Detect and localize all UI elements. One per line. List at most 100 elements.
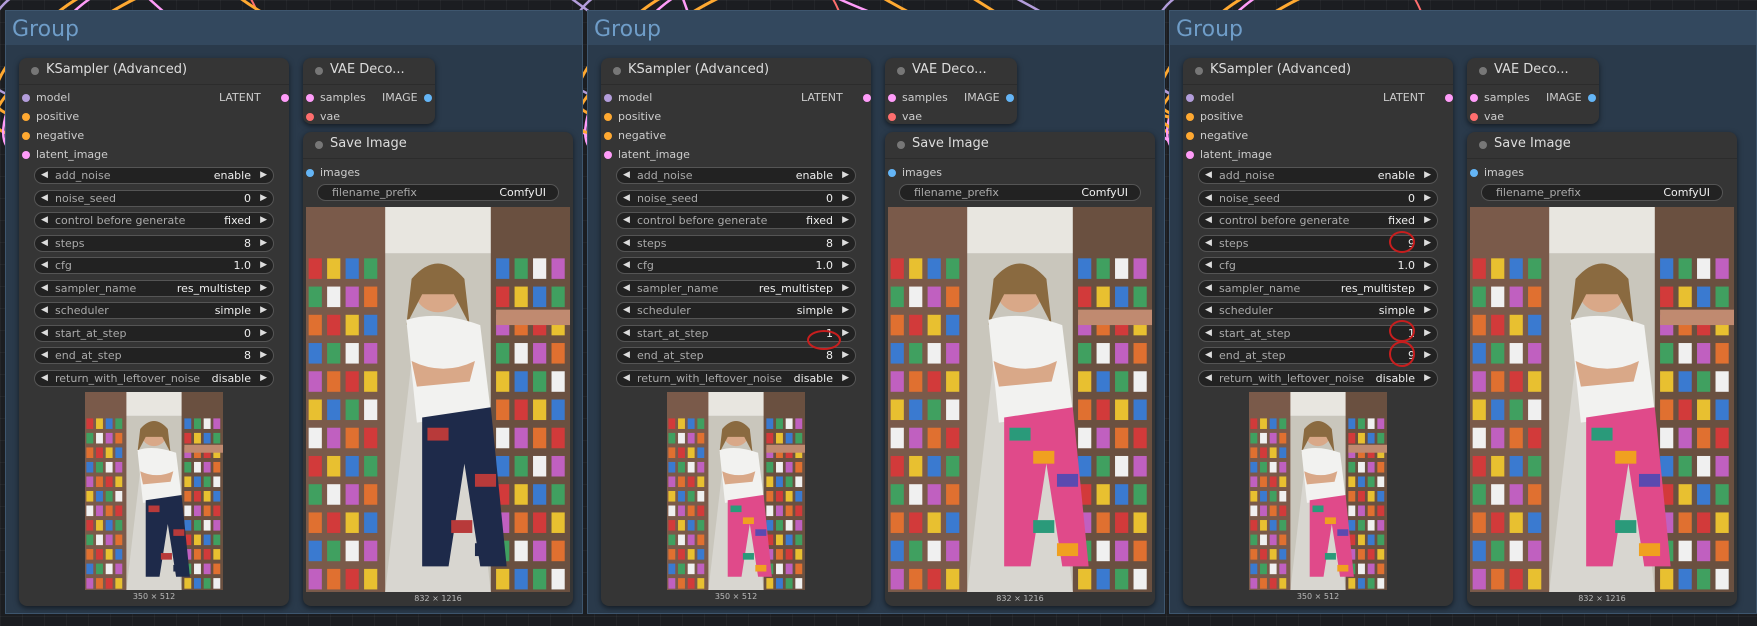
decrement-arrow-icon[interactable]: ◀ xyxy=(1205,193,1212,203)
node-header[interactable]: Save Image xyxy=(885,132,1155,159)
widget-cfg[interactable]: ◀ cfg 1.0 ▶ xyxy=(1198,257,1438,274)
decrement-arrow-icon[interactable]: ◀ xyxy=(41,305,48,315)
input-dot-icon[interactable] xyxy=(22,132,30,140)
input-dot-icon[interactable] xyxy=(604,113,612,121)
collapse-dot-icon[interactable] xyxy=(31,67,39,75)
output-dot-icon[interactable] xyxy=(281,94,289,102)
collapse-dot-icon[interactable] xyxy=(1195,67,1203,75)
decrement-arrow-icon[interactable]: ◀ xyxy=(623,283,630,293)
widget-scheduler[interactable]: ◀ scheduler simple ▶ xyxy=(616,302,856,319)
filename-prefix-field[interactable]: filename_prefix ComfyUI xyxy=(1481,184,1723,201)
increment-arrow-icon[interactable]: ▶ xyxy=(260,350,267,360)
output-dot-icon[interactable] xyxy=(1006,94,1014,102)
decrement-arrow-icon[interactable]: ◀ xyxy=(623,215,630,225)
increment-arrow-icon[interactable]: ▶ xyxy=(1424,305,1431,315)
vae-decode-node[interactable]: VAE Deco... samples vae IMAGE xyxy=(885,58,1017,124)
output-slot-image[interactable]: IMAGE xyxy=(1546,91,1596,105)
collapse-dot-icon[interactable] xyxy=(315,67,323,75)
decrement-arrow-icon[interactable]: ◀ xyxy=(41,215,48,225)
increment-arrow-icon[interactable]: ▶ xyxy=(842,328,849,338)
widget-scheduler[interactable]: ◀ scheduler simple ▶ xyxy=(1198,302,1438,319)
input-slot-samples[interactable]: samples xyxy=(1470,91,1530,105)
collapse-dot-icon[interactable] xyxy=(1479,67,1487,75)
collapse-dot-icon[interactable] xyxy=(315,141,323,149)
output-slot-latent[interactable]: LATENT xyxy=(1383,91,1453,105)
increment-arrow-icon[interactable]: ▶ xyxy=(842,305,849,315)
input-dot-icon[interactable] xyxy=(1186,151,1194,159)
widget-cfg[interactable]: ◀ cfg 1.0 ▶ xyxy=(616,257,856,274)
output-dot-icon[interactable] xyxy=(1588,94,1596,102)
save-image-node[interactable]: Save Image images filename_prefix ComfyUI 83… xyxy=(1467,132,1737,606)
input-slot-negative[interactable]: negative xyxy=(1186,129,1248,143)
increment-arrow-icon[interactable]: ▶ xyxy=(1424,328,1431,338)
increment-arrow-icon[interactable]: ▶ xyxy=(1424,238,1431,248)
input-dot-icon[interactable] xyxy=(1470,113,1478,121)
input-slot-images[interactable]: images xyxy=(888,166,942,180)
widget-return-with-leftover-noise[interactable]: ◀ return_with_leftover_noise disable ▶ xyxy=(34,369,274,387)
increment-arrow-icon[interactable]: ▶ xyxy=(260,170,267,180)
decrement-arrow-icon[interactable]: ◀ xyxy=(623,238,630,248)
collapse-dot-icon[interactable] xyxy=(1479,141,1487,149)
filename-prefix-field[interactable]: filename_prefix ComfyUI xyxy=(899,184,1141,201)
widget-add-noise[interactable]: ◀ add_noise enable ▶ xyxy=(1198,167,1438,184)
vae-decode-node[interactable]: VAE Deco... samples vae IMAGE xyxy=(1467,58,1599,124)
increment-arrow-icon[interactable]: ▶ xyxy=(842,170,849,180)
decrement-arrow-icon[interactable]: ◀ xyxy=(41,350,48,360)
input-slot-vae[interactable]: vae xyxy=(306,110,340,124)
decrement-arrow-icon[interactable]: ◀ xyxy=(1205,260,1212,270)
increment-arrow-icon[interactable]: ▶ xyxy=(842,283,849,293)
input-dot-icon[interactable] xyxy=(306,169,314,177)
output-slot-image[interactable]: IMAGE xyxy=(964,91,1014,105)
decrement-arrow-icon[interactable]: ◀ xyxy=(41,238,48,248)
output-slot-image[interactable]: IMAGE xyxy=(382,91,432,105)
widget-sampler-name[interactable]: ◀ sampler_name res_multistep ▶ xyxy=(1198,279,1438,297)
increment-arrow-icon[interactable]: ▶ xyxy=(260,305,267,315)
decrement-arrow-icon[interactable]: ◀ xyxy=(41,328,48,338)
decrement-arrow-icon[interactable]: ◀ xyxy=(623,328,630,338)
ksampler-node[interactable]: KSampler (Advanced) model positive negative… xyxy=(19,58,289,606)
save-image-node[interactable]: Save Image images filename_prefix ComfyUI 83… xyxy=(885,132,1155,606)
input-dot-icon[interactable] xyxy=(1470,169,1478,177)
collapse-dot-icon[interactable] xyxy=(897,141,905,149)
widget-cfg[interactable]: ◀ cfg 1.0 ▶ xyxy=(34,257,274,274)
widget-noise-seed[interactable]: ◀ noise_seed 0 ▶ xyxy=(34,189,274,207)
increment-arrow-icon[interactable]: ▶ xyxy=(260,260,267,270)
input-slot-images[interactable]: images xyxy=(306,166,360,180)
input-dot-icon[interactable] xyxy=(1186,94,1194,102)
input-dot-icon[interactable] xyxy=(306,113,314,121)
widget-sampler-name[interactable]: ◀ sampler_name res_multistep ▶ xyxy=(616,279,856,297)
node-header[interactable]: KSampler (Advanced) xyxy=(1183,58,1453,85)
increment-arrow-icon[interactable]: ▶ xyxy=(1424,260,1431,270)
decrement-arrow-icon[interactable]: ◀ xyxy=(1205,350,1212,360)
collapse-dot-icon[interactable] xyxy=(613,67,621,75)
widget-sampler-name[interactable]: ◀ sampler_name res_multistep ▶ xyxy=(34,279,274,297)
input-slot-latent-image[interactable]: latent_image xyxy=(1186,148,1272,162)
decrement-arrow-icon[interactable]: ◀ xyxy=(623,260,630,270)
widget-end-at-step[interactable]: ◀ end_at_step 8 ▶ xyxy=(34,347,274,364)
node-header[interactable]: VAE Deco... xyxy=(303,58,435,85)
decrement-arrow-icon[interactable]: ◀ xyxy=(1205,238,1212,248)
input-dot-icon[interactable] xyxy=(1186,132,1194,140)
increment-arrow-icon[interactable]: ▶ xyxy=(260,193,267,203)
input-slot-samples[interactable]: samples xyxy=(888,91,948,105)
input-slot-positive[interactable]: positive xyxy=(1186,110,1243,124)
input-dot-icon[interactable] xyxy=(604,94,612,102)
decrement-arrow-icon[interactable]: ◀ xyxy=(1205,170,1212,180)
increment-arrow-icon[interactable]: ▶ xyxy=(260,215,267,225)
widget-scheduler[interactable]: ◀ scheduler simple ▶ xyxy=(34,302,274,319)
input-dot-icon[interactable] xyxy=(22,94,30,102)
increment-arrow-icon[interactable]: ▶ xyxy=(1424,215,1431,225)
decrement-arrow-icon[interactable]: ◀ xyxy=(623,350,630,360)
decrement-arrow-icon[interactable]: ◀ xyxy=(41,260,48,270)
input-dot-icon[interactable] xyxy=(888,113,896,121)
decrement-arrow-icon[interactable]: ◀ xyxy=(41,373,48,383)
node-header[interactable]: Save Image xyxy=(303,132,573,159)
increment-arrow-icon[interactable]: ▶ xyxy=(842,193,849,203)
filename-prefix-field[interactable]: filename_prefix ComfyUI xyxy=(317,184,559,201)
input-slot-latent-image[interactable]: latent_image xyxy=(22,148,108,162)
increment-arrow-icon[interactable]: ▶ xyxy=(842,215,849,225)
save-image-node[interactable]: Save Image images filename_prefix ComfyUI 83… xyxy=(303,132,573,606)
input-dot-icon[interactable] xyxy=(1470,94,1478,102)
input-slot-vae[interactable]: vae xyxy=(888,110,922,124)
widget-add-noise[interactable]: ◀ add_noise enable ▶ xyxy=(34,167,274,184)
